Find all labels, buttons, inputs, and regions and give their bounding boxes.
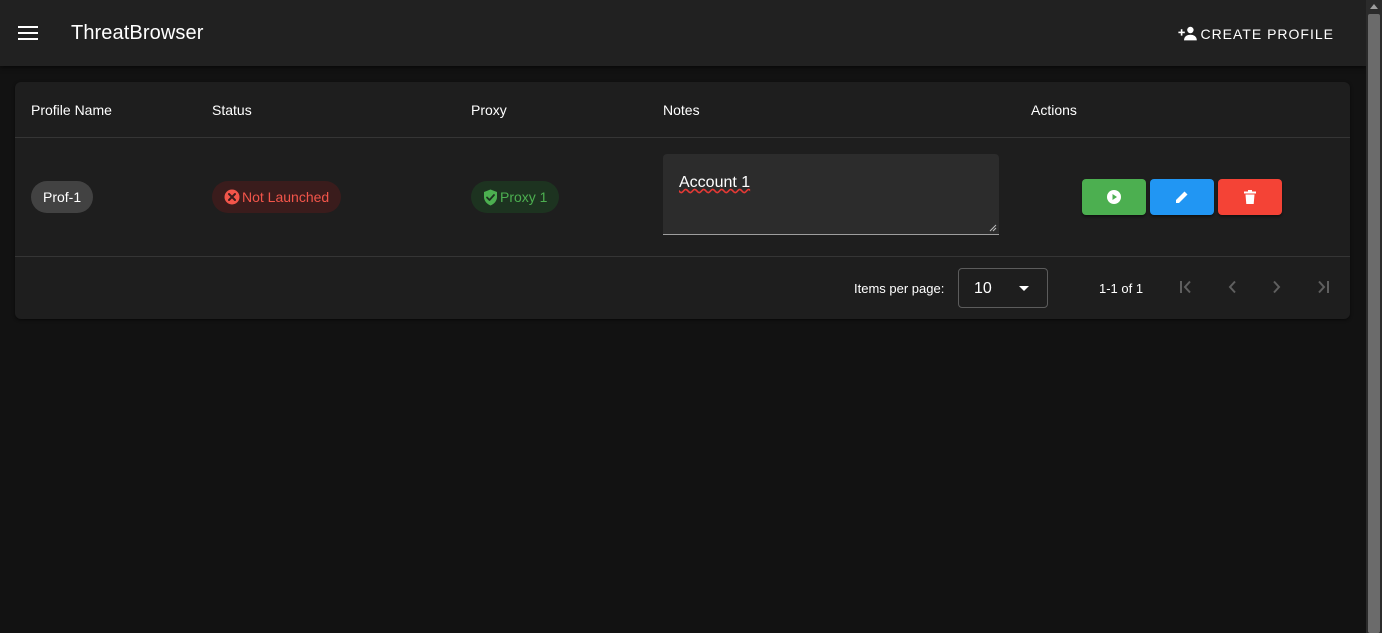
pencil-icon xyxy=(1176,191,1188,203)
create-profile-button[interactable]: CREATE PROFILE xyxy=(1166,20,1346,48)
app-title: ThreatBrowser xyxy=(71,22,204,44)
header-profile-name: Profile Name xyxy=(31,102,112,118)
chevron-right-icon xyxy=(1273,280,1281,294)
chevron-left-icon xyxy=(1228,280,1236,294)
header-actions: Actions xyxy=(1031,102,1077,118)
shield-check-icon xyxy=(484,189,497,205)
trash-icon xyxy=(1244,190,1256,204)
first-page-icon xyxy=(1180,280,1191,294)
error-circle-icon xyxy=(224,189,240,205)
scroll-up-arrow-icon[interactable] xyxy=(1370,4,1378,9)
play-circle-icon xyxy=(1107,190,1121,204)
delete-button[interactable] xyxy=(1218,179,1282,215)
profile-name-text: Prof-1 xyxy=(43,189,82,205)
menu-button[interactable] xyxy=(12,17,44,49)
app-bar: ThreatBrowser CREATE PROFILE xyxy=(0,0,1366,66)
caret-down-icon xyxy=(1019,286,1029,291)
first-page-button[interactable] xyxy=(1174,275,1198,299)
table-pagination: Items per page: 10 1-1 of 1 xyxy=(15,257,1350,319)
pagination-range: 1-1 of 1 xyxy=(1099,281,1144,296)
last-page-icon xyxy=(1318,280,1329,294)
status-text: Not Launched xyxy=(242,189,330,205)
items-per-page-select[interactable]: 10 xyxy=(958,268,1048,308)
profile-name-chip: Prof-1 xyxy=(31,181,94,213)
last-page-button[interactable] xyxy=(1311,275,1335,299)
prev-page-button[interactable] xyxy=(1220,275,1244,299)
create-profile-label: CREATE PROFILE xyxy=(1200,26,1334,42)
header-notes: Notes xyxy=(663,102,700,118)
resize-grip-icon[interactable] xyxy=(989,224,997,232)
notes-value: Account 1 xyxy=(679,174,751,191)
person-add-icon xyxy=(1178,26,1198,41)
scrollbar-thumb[interactable] xyxy=(1368,14,1380,633)
header-status: Status xyxy=(212,102,252,118)
profiles-table: Profile Name Status Proxy Notes Actions … xyxy=(15,82,1350,319)
notes-field[interactable]: Account 1 xyxy=(663,154,999,235)
items-per-page-label: Items per page: xyxy=(854,281,945,296)
items-per-page-value: 10 xyxy=(974,280,992,297)
header-proxy: Proxy xyxy=(471,102,507,118)
proxy-text: Proxy 1 xyxy=(500,189,548,205)
app-shell: ThreatBrowser CREATE PROFILE Profile Nam… xyxy=(0,0,1382,633)
status-badge: Not Launched xyxy=(212,181,342,213)
edit-button[interactable] xyxy=(1150,179,1214,215)
next-page-button[interactable] xyxy=(1265,275,1289,299)
table-row: Prof-1 Not Launched Proxy 1 Account 1 xyxy=(15,138,1350,257)
proxy-badge: Proxy 1 xyxy=(471,181,560,213)
notes-text: Account 1 xyxy=(679,174,750,192)
vertical-scrollbar[interactable] xyxy=(1366,0,1382,633)
table-header: Profile Name Status Proxy Notes Actions xyxy=(15,82,1350,138)
menu-icon xyxy=(18,26,38,40)
launch-button[interactable] xyxy=(1082,179,1146,215)
